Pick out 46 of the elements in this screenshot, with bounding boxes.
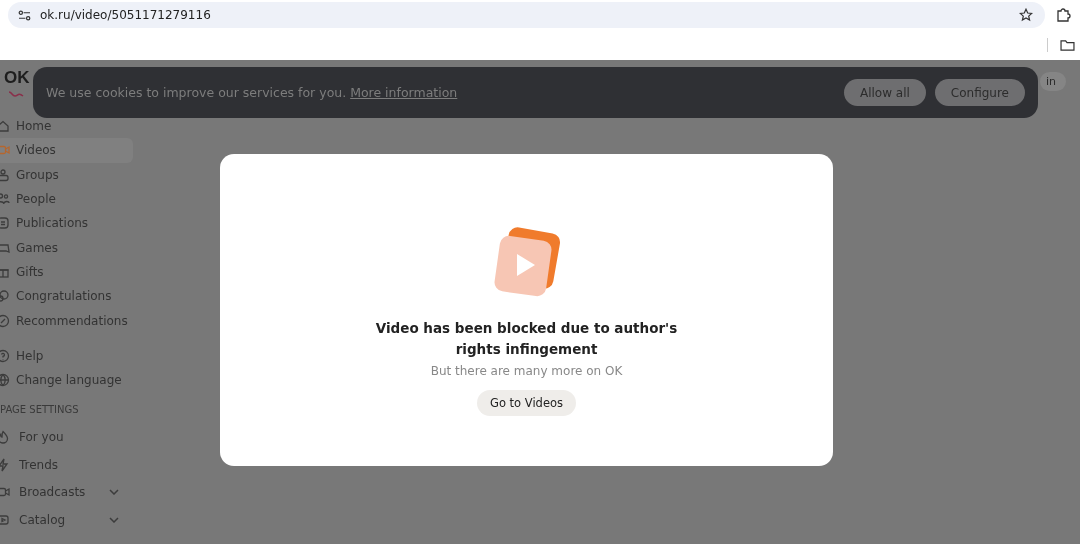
sidebar-item[interactable]: Home bbox=[0, 114, 133, 139]
video-icon bbox=[0, 485, 10, 499]
folder-icon[interactable] bbox=[1060, 39, 1075, 51]
address-bar[interactable]: ok.ru/video/5051171279116 bbox=[8, 2, 1045, 28]
sidebar-item[interactable]: Publications bbox=[0, 211, 133, 236]
flame-icon bbox=[0, 430, 10, 444]
cookie-button[interactable]: Allow all bbox=[843, 79, 926, 106]
cookie-button[interactable]: Configure bbox=[934, 79, 1025, 106]
sidebar-item[interactable]: Change language bbox=[0, 367, 133, 393]
bookmark-star-icon[interactable] bbox=[1019, 8, 1033, 22]
compass-icon bbox=[0, 313, 10, 328]
catalog-icon bbox=[0, 512, 10, 527]
url-text: ok.ru/video/5051171279116 bbox=[40, 8, 212, 22]
login-button[interactable]: in bbox=[1040, 72, 1067, 91]
sidebar-item[interactable]: Trends bbox=[0, 450, 133, 479]
home-icon bbox=[0, 119, 10, 134]
section-title: PAGE SETTINGS bbox=[0, 403, 80, 418]
chevron-down-icon[interactable] bbox=[109, 489, 119, 495]
globe-icon bbox=[0, 373, 10, 388]
chat-icon bbox=[0, 289, 10, 304]
document-icon bbox=[0, 216, 10, 231]
modal-subtitle: But there are many more on OK bbox=[430, 364, 623, 378]
help-icon bbox=[0, 348, 10, 363]
sidebar-item[interactable]: Videos bbox=[0, 138, 133, 163]
lightning-icon bbox=[0, 457, 10, 472]
group-icon bbox=[0, 167, 10, 182]
more-information-link[interactable]: More information bbox=[350, 85, 458, 100]
go-to-videos-button[interactable]: Go to Videos bbox=[477, 390, 576, 416]
sidebar-item[interactable]: Recommendations bbox=[0, 308, 133, 333]
chevron-down-icon[interactable] bbox=[109, 516, 119, 523]
cookie-message: We use cookies to improve our services for you. More information bbox=[46, 85, 458, 100]
modal-title: Video has been blocked due to author's rights infingement bbox=[374, 319, 679, 359]
sidebar-item[interactable]: For you bbox=[0, 423, 133, 451]
logo-text[interactable]: OK bbox=[4, 69, 30, 87]
sidebar-item[interactable]: People bbox=[0, 186, 133, 212]
extensions-icon[interactable] bbox=[1055, 7, 1071, 23]
sidebar-item[interactable]: Gifts bbox=[0, 259, 133, 285]
sidebar-item[interactable]: Games bbox=[0, 235, 133, 260]
sidebar-item[interactable]: Broadcasts bbox=[0, 478, 133, 506]
people-icon bbox=[0, 192, 10, 207]
sidebar-item[interactable]: Help bbox=[0, 343, 133, 368]
sidebar-item[interactable]: Groups bbox=[0, 162, 133, 187]
site-settings-icon[interactable] bbox=[18, 9, 31, 21]
squiggle-icon bbox=[8, 90, 24, 98]
sidebar-item[interactable]: Catalog bbox=[0, 505, 133, 534]
sidebar-item[interactable]: Congratulations bbox=[0, 284, 133, 309]
